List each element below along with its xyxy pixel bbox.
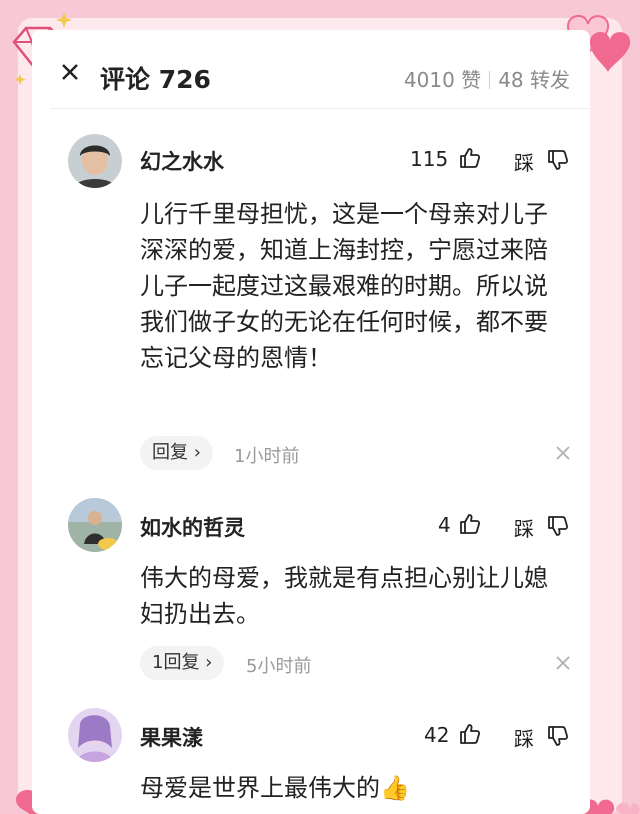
thumbs-up-icon[interactable] xyxy=(458,722,482,746)
close-icon[interactable] xyxy=(556,656,570,670)
comments-header: 评论 726 4010 赞 48 转发 xyxy=(100,58,580,98)
shares-count: 48 转发 xyxy=(498,68,570,92)
comment-time: 5小时前 xyxy=(246,656,312,677)
reply-button[interactable]: 回复 › xyxy=(140,436,213,470)
like-count: 42 xyxy=(424,723,450,747)
username[interactable]: 幻之水水 xyxy=(140,146,224,176)
header-divider xyxy=(50,108,590,109)
avatar[interactable] xyxy=(68,708,122,762)
dislike-label: 踩 xyxy=(514,151,534,175)
thumbs-down-icon[interactable] xyxy=(546,514,570,538)
thumbs-down-icon[interactable] xyxy=(546,148,570,172)
close-icon[interactable] xyxy=(556,446,570,460)
stats-divider xyxy=(489,71,491,89)
avatar[interactable] xyxy=(68,134,122,188)
comment-text: 母爱是世界上最伟大的👍 xyxy=(140,774,410,802)
username[interactable]: 如水的哲灵 xyxy=(140,512,245,542)
username[interactable]: 果果漾 xyxy=(140,722,203,752)
likes-count: 4010 赞 xyxy=(403,68,482,92)
comment-text: 伟大的母爱，我就是有点担心别让儿媳妇扔出去。 xyxy=(140,564,548,628)
dislike-label: 踩 xyxy=(514,517,534,541)
thumbs-down-icon[interactable] xyxy=(546,724,570,748)
comment-time: 1小时前 xyxy=(234,446,300,467)
dislike-label: 踩 xyxy=(514,727,534,751)
page-title: 评论 726 xyxy=(100,65,211,94)
like-count: 4 xyxy=(438,513,451,537)
like-count: 115 xyxy=(410,147,449,171)
thumbs-up-icon[interactable] xyxy=(458,512,482,536)
comment-text: 儿行千里母担忧，这是一个母亲对儿子深深的爱，知道上海封控，宁愿过来陪儿子一起度过… xyxy=(140,200,548,372)
close-icon[interactable] xyxy=(60,62,80,82)
header-stats: 4010 赞 48 转发 xyxy=(404,64,570,93)
thumbs-up-icon[interactable] xyxy=(458,146,482,170)
avatar[interactable] xyxy=(68,498,122,552)
reply-button[interactable]: 1回复 › xyxy=(140,646,225,680)
